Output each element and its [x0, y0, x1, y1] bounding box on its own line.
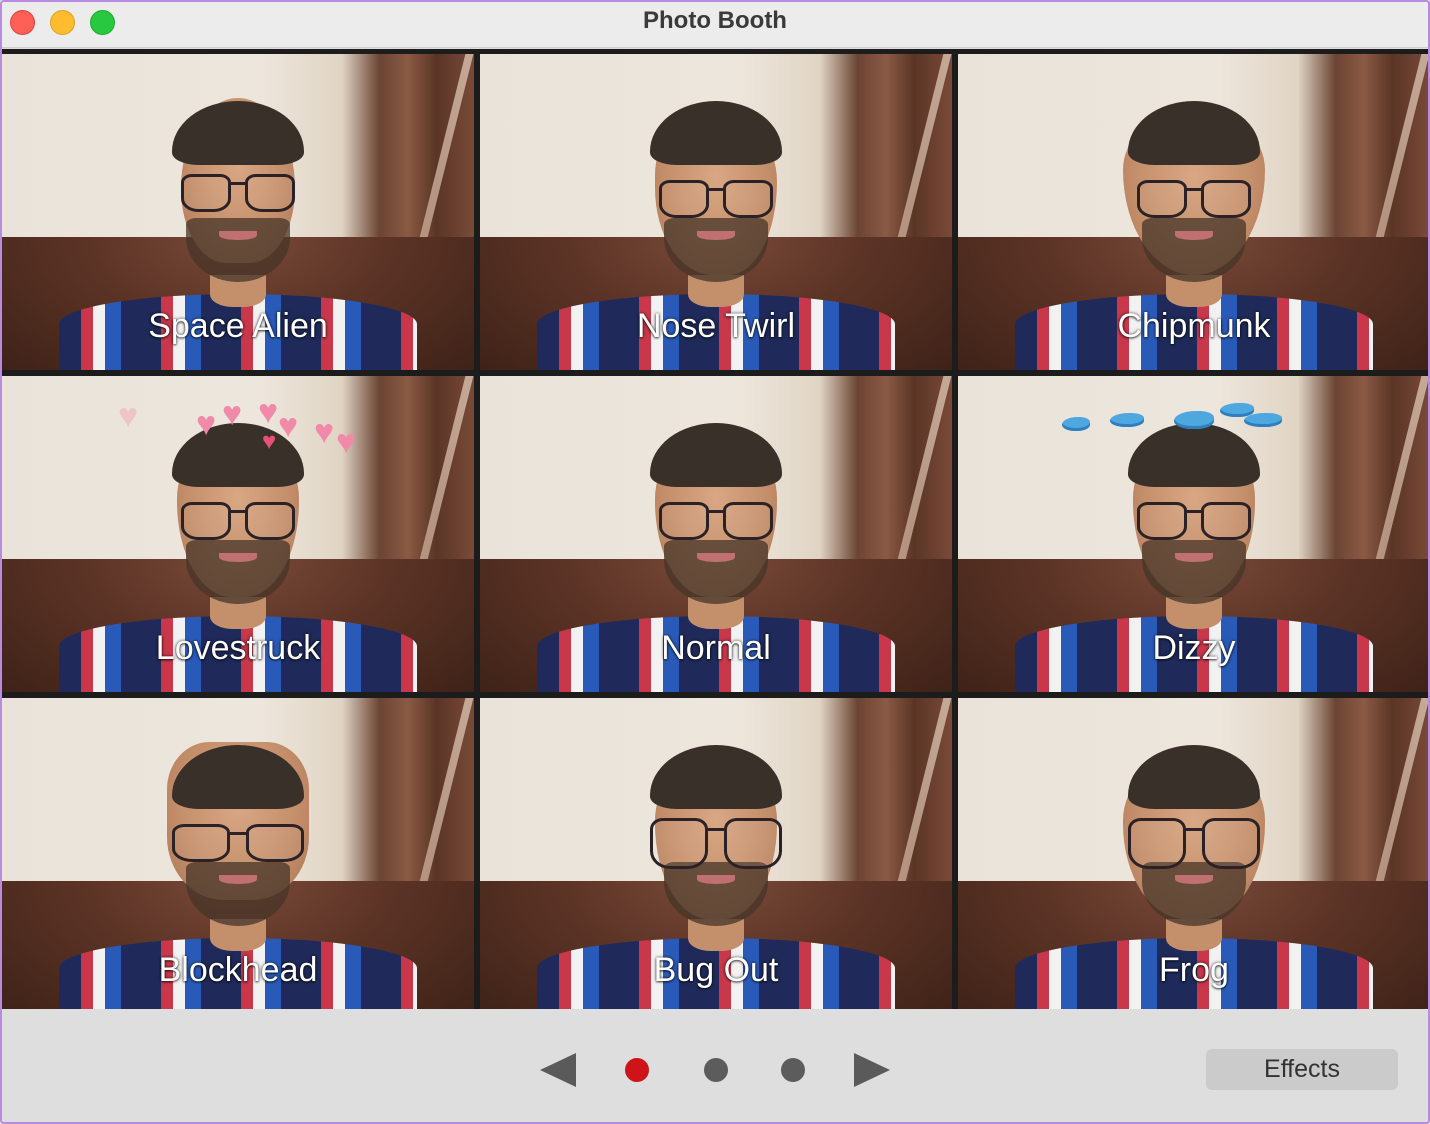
heart-icon: ♥ — [278, 406, 299, 445]
hair — [1127, 101, 1261, 165]
effects-button[interactable]: Effects — [1206, 1049, 1398, 1090]
glasses — [181, 502, 295, 541]
effect-label: Space Alien — [148, 307, 328, 345]
bottom-toolbar: Effects — [2, 1009, 1428, 1122]
heart-icon: ♥ — [118, 396, 139, 435]
glasses — [181, 174, 295, 212]
bird-icon — [1244, 412, 1282, 427]
glasses — [1127, 818, 1261, 869]
effect-label: Bug Out — [653, 951, 779, 989]
effect-tile-space-alien[interactable]: Space Alien — [2, 54, 474, 370]
effect-tile-normal[interactable]: Normal — [480, 376, 952, 692]
effect-label: Dizzy — [1152, 629, 1236, 667]
title-bar: Photo Booth — [2, 2, 1428, 48]
hair — [171, 101, 305, 165]
hair — [1127, 745, 1261, 809]
heart-icon: ♥ — [314, 412, 335, 451]
page-dot-2[interactable] — [704, 1058, 728, 1082]
effect-label: Blockhead — [158, 951, 318, 989]
glasses — [649, 818, 783, 869]
effect-tile-lovestruck[interactable]: ♥ ♥ ♥ ♥ ♥ ♥ ♥ ♥ Lovestruck — [2, 376, 474, 692]
glasses — [171, 824, 305, 863]
effect-label: Frog — [1159, 951, 1229, 989]
effect-tile-dizzy[interactable]: Dizzy — [958, 376, 1428, 692]
photo-booth-window: Photo Booth Space Alien Nose Twirl Chipm… — [0, 0, 1430, 1124]
bird-icon — [1220, 402, 1254, 417]
glasses — [1137, 502, 1251, 541]
glasses — [659, 180, 773, 219]
heart-icon: ♥ — [258, 392, 279, 431]
hair — [1127, 423, 1261, 487]
effect-label: Lovestruck — [155, 629, 321, 667]
window-title: Photo Booth — [643, 7, 787, 34]
next-page-button[interactable] — [854, 1053, 890, 1087]
glasses — [1137, 180, 1251, 219]
effect-label: Nose Twirl — [636, 307, 796, 345]
hair — [649, 101, 783, 165]
page-dot-1[interactable] — [625, 1058, 649, 1082]
bird-icon — [1062, 416, 1090, 431]
effect-tile-frog[interactable]: Frog — [958, 698, 1428, 1014]
effect-tile-blockhead[interactable]: Blockhead — [2, 698, 474, 1014]
hair — [649, 745, 783, 809]
effect-label: Normal — [661, 629, 771, 667]
effect-label: Chipmunk — [1117, 307, 1271, 345]
page-dot-3[interactable] — [781, 1058, 805, 1082]
effect-tile-chipmunk[interactable]: Chipmunk — [958, 54, 1428, 370]
previous-page-button[interactable] — [540, 1053, 576, 1087]
effects-grid: Space Alien Nose Twirl Chipmunk ♥ ♥ ♥ ♥ … — [2, 49, 1428, 1014]
glasses — [659, 502, 773, 541]
hair — [171, 423, 305, 487]
effect-tile-bug-out[interactable]: Bug Out — [480, 698, 952, 1014]
bird-icon — [1110, 412, 1144, 427]
effect-tile-nose-twirl[interactable]: Nose Twirl — [480, 54, 952, 370]
heart-icon: ♥ — [336, 422, 357, 461]
hair — [649, 423, 783, 487]
